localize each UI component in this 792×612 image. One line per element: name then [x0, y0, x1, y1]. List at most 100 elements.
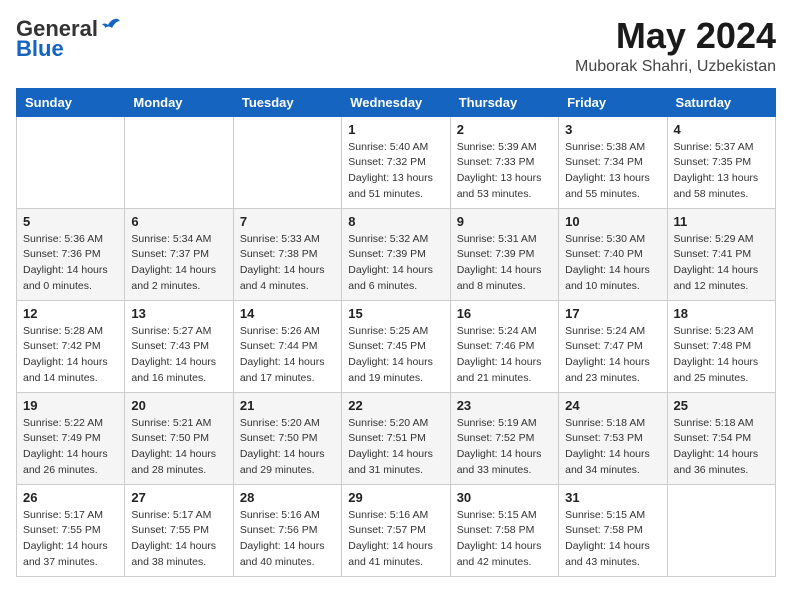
calendar-week-5: 26 Sunrise: 5:17 AM Sunset: 7:55 PM Dayli…	[17, 484, 776, 576]
day-number: 22	[348, 398, 443, 413]
calendar-cell: 12 Sunrise: 5:28 AM Sunset: 7:42 PM Dayli…	[17, 300, 125, 392]
calendar-cell: 22 Sunrise: 5:20 AM Sunset: 7:51 PM Dayli…	[342, 392, 450, 484]
calendar-cell: 15 Sunrise: 5:25 AM Sunset: 7:45 PM Dayli…	[342, 300, 450, 392]
title-area: May 2024 Muborak Shahri, Uzbekistan	[575, 16, 776, 76]
calendar-week-4: 19 Sunrise: 5:22 AM Sunset: 7:49 PM Dayli…	[17, 392, 776, 484]
logo-bird-icon	[100, 16, 122, 38]
day-number: 18	[674, 306, 769, 321]
calendar-cell: 24 Sunrise: 5:18 AM Sunset: 7:53 PM Dayli…	[559, 392, 667, 484]
day-info: Sunrise: 5:24 AM Sunset: 7:47 PM Dayligh…	[565, 324, 660, 387]
calendar-cell: 13 Sunrise: 5:27 AM Sunset: 7:43 PM Dayli…	[125, 300, 233, 392]
day-number: 30	[457, 490, 552, 505]
day-number: 4	[674, 122, 769, 137]
calendar-cell: 31 Sunrise: 5:15 AM Sunset: 7:58 PM Dayli…	[559, 484, 667, 576]
day-info: Sunrise: 5:23 AM Sunset: 7:48 PM Dayligh…	[674, 324, 769, 387]
day-info: Sunrise: 5:24 AM Sunset: 7:46 PM Dayligh…	[457, 324, 552, 387]
calendar-cell: 14 Sunrise: 5:26 AM Sunset: 7:44 PM Dayli…	[233, 300, 341, 392]
day-info: Sunrise: 5:18 AM Sunset: 7:54 PM Dayligh…	[674, 416, 769, 479]
col-wednesday: Wednesday	[342, 88, 450, 116]
day-info: Sunrise: 5:20 AM Sunset: 7:51 PM Dayligh…	[348, 416, 443, 479]
logo: General Blue	[16, 16, 122, 62]
day-info: Sunrise: 5:37 AM Sunset: 7:35 PM Dayligh…	[674, 140, 769, 203]
calendar-cell: 23Sunrise: 5:19 AM Sunset: 7:52 PM Dayli…	[450, 392, 558, 484]
day-info: Sunrise: 5:15 AM Sunset: 7:58 PM Dayligh…	[565, 508, 660, 571]
day-number: 27	[131, 490, 226, 505]
day-info: Sunrise: 5:38 AM Sunset: 7:34 PM Dayligh…	[565, 140, 660, 203]
day-info: Sunrise: 5:18 AM Sunset: 7:53 PM Dayligh…	[565, 416, 660, 479]
calendar-cell: 3Sunrise: 5:38 AM Sunset: 7:34 PM Daylig…	[559, 116, 667, 208]
day-number: 8	[348, 214, 443, 229]
day-number: 6	[131, 214, 226, 229]
day-number: 20	[131, 398, 226, 413]
day-number: 2	[457, 122, 552, 137]
calendar-cell: 27 Sunrise: 5:17 AM Sunset: 7:55 PM Dayli…	[125, 484, 233, 576]
day-info: Sunrise: 5:40 AM Sunset: 7:32 PM Dayligh…	[348, 140, 443, 203]
calendar-cell	[233, 116, 341, 208]
day-number: 7	[240, 214, 335, 229]
calendar-cell	[17, 116, 125, 208]
day-number: 12	[23, 306, 118, 321]
day-info: Sunrise: 5:26 AM Sunset: 7:44 PM Dayligh…	[240, 324, 335, 387]
calendar-cell	[667, 484, 775, 576]
day-number: 15	[348, 306, 443, 321]
day-number: 17	[565, 306, 660, 321]
day-number: 11	[674, 214, 769, 229]
day-info: Sunrise: 5:28 AM Sunset: 7:42 PM Dayligh…	[23, 324, 118, 387]
calendar-cell: 9 Sunrise: 5:31 AM Sunset: 7:39 PM Daylig…	[450, 208, 558, 300]
col-saturday: Saturday	[667, 88, 775, 116]
day-info: Sunrise: 5:27 AM Sunset: 7:43 PM Dayligh…	[131, 324, 226, 387]
day-number: 16	[457, 306, 552, 321]
day-number: 29	[348, 490, 443, 505]
col-sunday: Sunday	[17, 88, 125, 116]
col-thursday: Thursday	[450, 88, 558, 116]
location-title: Muborak Shahri, Uzbekistan	[575, 58, 776, 76]
calendar-cell	[125, 116, 233, 208]
calendar-cell: 18 Sunrise: 5:23 AM Sunset: 7:48 PM Dayli…	[667, 300, 775, 392]
calendar-cell: 17 Sunrise: 5:24 AM Sunset: 7:47 PM Dayli…	[559, 300, 667, 392]
day-number: 9	[457, 214, 552, 229]
calendar-cell: 7Sunrise: 5:33 AM Sunset: 7:38 PM Daylig…	[233, 208, 341, 300]
calendar-cell: 6Sunrise: 5:34 AM Sunset: 7:37 PM Daylig…	[125, 208, 233, 300]
day-info: Sunrise: 5:16 AM Sunset: 7:56 PM Dayligh…	[240, 508, 335, 571]
calendar-cell: 4 Sunrise: 5:37 AM Sunset: 7:35 PM Daylig…	[667, 116, 775, 208]
day-number: 31	[565, 490, 660, 505]
logo-blue-text: Blue	[16, 36, 64, 62]
calendar-cell: 5Sunrise: 5:36 AM Sunset: 7:36 PM Daylig…	[17, 208, 125, 300]
day-number: 14	[240, 306, 335, 321]
calendar-cell: 30 Sunrise: 5:15 AM Sunset: 7:58 PM Dayli…	[450, 484, 558, 576]
day-info: Sunrise: 5:17 AM Sunset: 7:55 PM Dayligh…	[23, 508, 118, 571]
day-info: Sunrise: 5:22 AM Sunset: 7:49 PM Dayligh…	[23, 416, 118, 479]
day-info: Sunrise: 5:16 AM Sunset: 7:57 PM Dayligh…	[348, 508, 443, 571]
day-info: Sunrise: 5:31 AM Sunset: 7:39 PM Dayligh…	[457, 232, 552, 295]
day-info: Sunrise: 5:20 AM Sunset: 7:50 PM Dayligh…	[240, 416, 335, 479]
calendar-cell: 19 Sunrise: 5:22 AM Sunset: 7:49 PM Dayli…	[17, 392, 125, 484]
day-info: Sunrise: 5:25 AM Sunset: 7:45 PM Dayligh…	[348, 324, 443, 387]
calendar-week-2: 5Sunrise: 5:36 AM Sunset: 7:36 PM Daylig…	[17, 208, 776, 300]
calendar-cell: 2Sunrise: 5:39 AM Sunset: 7:33 PM Daylig…	[450, 116, 558, 208]
calendar-cell: 16 Sunrise: 5:24 AM Sunset: 7:46 PM Dayli…	[450, 300, 558, 392]
calendar-week-3: 12 Sunrise: 5:28 AM Sunset: 7:42 PM Dayli…	[17, 300, 776, 392]
day-info: Sunrise: 5:17 AM Sunset: 7:55 PM Dayligh…	[131, 508, 226, 571]
calendar-cell: 1 Sunrise: 5:40 AM Sunset: 7:32 PM Daylig…	[342, 116, 450, 208]
day-number: 26	[23, 490, 118, 505]
calendar-cell: 20 Sunrise: 5:21 AM Sunset: 7:50 PM Dayli…	[125, 392, 233, 484]
day-number: 24	[565, 398, 660, 413]
day-number: 13	[131, 306, 226, 321]
day-number: 1	[348, 122, 443, 137]
calendar-cell: 21 Sunrise: 5:20 AM Sunset: 7:50 PM Dayli…	[233, 392, 341, 484]
day-number: 19	[23, 398, 118, 413]
page-header: General Blue May 2024 Muborak Shahri, Uz…	[16, 16, 776, 76]
calendar-cell: 28Sunrise: 5:16 AM Sunset: 7:56 PM Dayli…	[233, 484, 341, 576]
day-info: Sunrise: 5:30 AM Sunset: 7:40 PM Dayligh…	[565, 232, 660, 295]
col-friday: Friday	[559, 88, 667, 116]
calendar-cell: 11Sunrise: 5:29 AM Sunset: 7:41 PM Dayli…	[667, 208, 775, 300]
day-number: 23	[457, 398, 552, 413]
day-number: 25	[674, 398, 769, 413]
day-number: 21	[240, 398, 335, 413]
day-info: Sunrise: 5:32 AM Sunset: 7:39 PM Dayligh…	[348, 232, 443, 295]
day-info: Sunrise: 5:15 AM Sunset: 7:58 PM Dayligh…	[457, 508, 552, 571]
col-tuesday: Tuesday	[233, 88, 341, 116]
calendar-cell: 26 Sunrise: 5:17 AM Sunset: 7:55 PM Dayli…	[17, 484, 125, 576]
calendar-cell: 8 Sunrise: 5:32 AM Sunset: 7:39 PM Daylig…	[342, 208, 450, 300]
day-info: Sunrise: 5:21 AM Sunset: 7:50 PM Dayligh…	[131, 416, 226, 479]
